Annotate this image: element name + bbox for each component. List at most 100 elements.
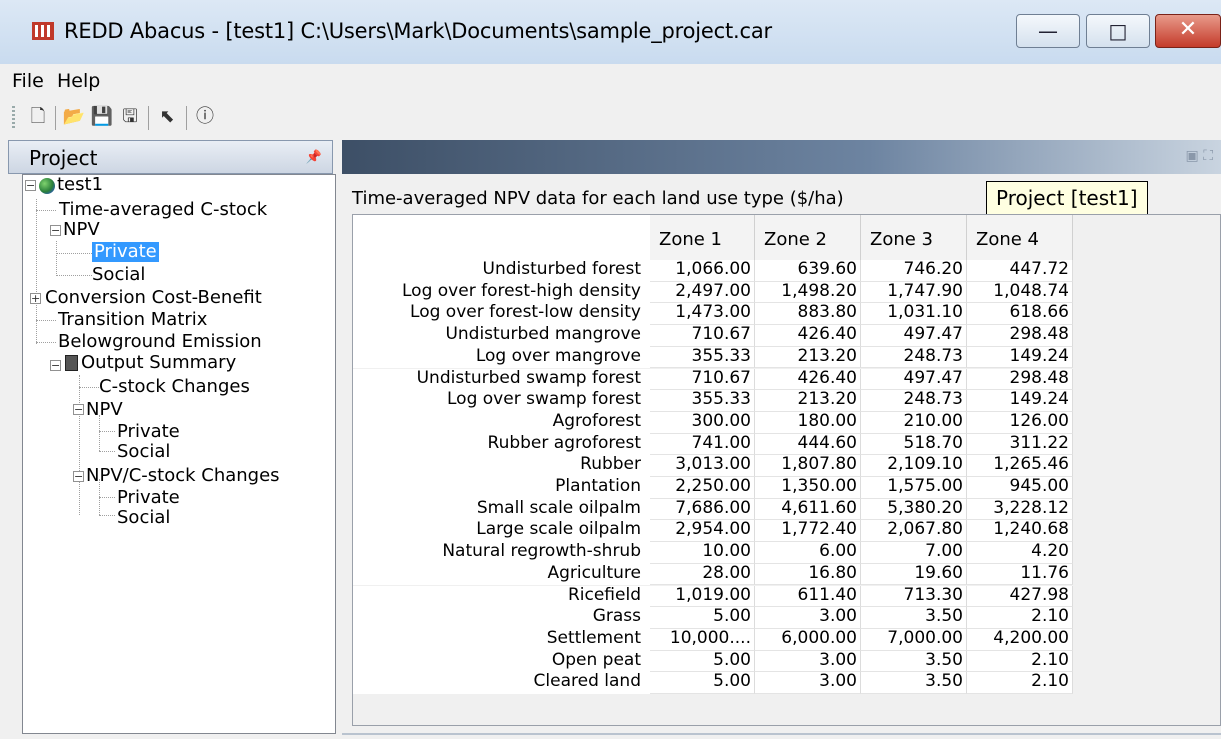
expand-icon[interactable]: + [30,293,41,304]
maximize-button[interactable]: □ [1086,14,1150,48]
table-cell[interactable]: 248.73 [861,390,967,412]
tree-item-npv-private[interactable]: Private [92,242,159,262]
table-cell[interactable]: 1,772.40 [755,520,861,543]
table-cell[interactable]: 298.48 [967,368,1073,391]
table-cell[interactable]: 2,067.80 [861,520,967,543]
table-cell[interactable]: 741.00 [650,433,755,456]
table-cell[interactable]: 4.20 [967,542,1073,564]
table-cell[interactable]: 7,000.00 [861,628,967,651]
table-cell[interactable]: 3.50 [861,607,967,629]
table-cell[interactable]: 213.20 [755,390,861,412]
tree-item-out-npv-social[interactable]: Social [117,442,170,462]
table-cell[interactable]: 5.00 [650,672,755,694]
table-cell[interactable]: 3,228.12 [967,498,1073,521]
table-cell[interactable]: 710.67 [650,368,755,391]
table-cell[interactable]: 1,031.10 [861,303,967,326]
table-cell[interactable]: 2,954.00 [650,520,755,543]
table-cell[interactable]: 518.70 [861,433,967,456]
close-button[interactable]: ✕ [1155,14,1221,48]
pin-icon[interactable]: 📌 [306,150,322,165]
table-cell[interactable]: 1,747.90 [861,281,967,304]
table-cell[interactable]: 4,200.00 [967,628,1073,651]
toolbar-grip[interactable] [12,106,15,130]
table-cell[interactable]: 5,380.20 [861,498,967,521]
tree-item-npv-cstock[interactable]: NPV/C-stock Changes [86,466,280,486]
save-as-icon[interactable]: 🖫 [118,105,142,129]
tree-item-time-averaged[interactable]: Time-averaged C-stock [59,200,267,220]
table-cell[interactable]: 447.72 [967,260,1073,282]
table-cell[interactable]: 16.80 [755,563,861,586]
table-cell[interactable]: 3.00 [755,607,861,629]
open-icon[interactable]: 📂 [62,105,86,129]
table-cell[interactable]: 3.50 [861,650,967,673]
table-cell[interactable]: 1,498.20 [755,281,861,304]
table-cell[interactable]: 3.00 [755,672,861,694]
table-cell[interactable]: 497.47 [861,368,967,391]
new-project-icon[interactable]: 🗋 [26,105,50,129]
tree-item-out-npv-private[interactable]: Private [117,422,180,442]
table-cell[interactable]: 6.00 [755,542,861,564]
table-cell[interactable]: 149.24 [967,390,1073,412]
table-cell[interactable]: 180.00 [755,411,861,434]
collapse-icon[interactable]: − [50,225,61,236]
table-cell[interactable]: 7,686.00 [650,498,755,521]
tree-item-belowground[interactable]: Belowground Emission [58,332,262,352]
table-cell[interactable]: 426.40 [755,325,861,347]
collapse-icon[interactable]: − [73,471,84,482]
table-cell[interactable]: 5.00 [650,607,755,629]
table-cell[interactable]: 883.80 [755,303,861,326]
table-cell[interactable]: 1,066.00 [650,260,755,282]
table-cell[interactable]: 1,807.80 [755,455,861,477]
table-cell[interactable]: 10.00 [650,542,755,564]
project-tree[interactable]: − test1 Time-averaged C-stock − NPV Priv… [22,174,336,734]
column-header[interactable]: Zone 1 [650,215,755,260]
table-cell[interactable]: 426.40 [755,368,861,391]
table-cell[interactable]: 639.60 [755,260,861,282]
table-cell[interactable]: 1,350.00 [755,477,861,499]
table-cell[interactable]: 618.66 [967,303,1073,326]
table-cell[interactable]: 355.33 [650,346,755,369]
tree-item-cstock-changes[interactable]: C-stock Changes [99,377,250,397]
table-cell[interactable]: 210.00 [861,411,967,434]
table-cell[interactable]: 710.67 [650,325,755,347]
tree-item-conversion[interactable]: Conversion Cost-Benefit [45,288,262,308]
collapse-icon[interactable]: − [25,180,36,191]
table-cell[interactable]: 1,240.68 [967,520,1073,543]
table-cell[interactable]: 6,000.00 [755,628,861,651]
table-cell[interactable]: 1,473.00 [650,303,755,326]
table-cell[interactable]: 4,611.60 [755,498,861,521]
table-cell[interactable]: 945.00 [967,477,1073,499]
table-cell[interactable]: 28.00 [650,563,755,586]
table-cell[interactable]: 2,250.00 [650,477,755,499]
table-cell[interactable]: 497.47 [861,325,967,347]
pointer-help-icon[interactable]: ⬉ [155,105,179,129]
column-header[interactable]: Zone 2 [755,215,861,260]
tree-item-npv-cstock-social[interactable]: Social [117,508,170,528]
tree-item-root[interactable]: test1 [57,175,103,195]
table-cell[interactable]: 3.00 [755,650,861,673]
table-cell[interactable]: 2,109.10 [861,455,967,477]
column-header[interactable]: Zone 4 [967,215,1073,260]
npv-data-grid[interactable]: Zone 1 Zone 2 Zone 3 Zone 4 Undisturbed for… [352,214,1221,726]
table-cell[interactable]: 19.60 [861,563,967,586]
table-cell[interactable]: 1,575.00 [861,477,967,499]
tree-item-npv-social[interactable]: Social [92,265,145,285]
table-cell[interactable]: 1,019.00 [650,585,755,608]
table-cell[interactable]: 611.40 [755,585,861,608]
table-cell[interactable]: 2,497.00 [650,281,755,304]
save-icon[interactable]: 💾 [90,105,114,129]
table-cell[interactable]: 746.20 [861,260,967,282]
collapse-icon[interactable]: − [73,404,84,415]
table-cell[interactable]: 444.60 [755,433,861,456]
table-cell[interactable]: 3,013.00 [650,455,755,477]
table-cell[interactable]: 7.00 [861,542,967,564]
table-cell[interactable]: 713.30 [861,585,967,608]
table-cell[interactable]: 126.00 [967,411,1073,434]
tree-item-npv-cstock-private[interactable]: Private [117,488,180,508]
tree-item-npv[interactable]: NPV [63,220,100,240]
collapse-icon[interactable]: − [50,360,61,371]
table-cell[interactable]: 2.10 [967,672,1073,694]
table-cell[interactable]: 298.48 [967,325,1073,347]
tree-item-output-summary[interactable]: Output Summary [81,353,236,373]
table-cell[interactable]: 3.50 [861,672,967,694]
